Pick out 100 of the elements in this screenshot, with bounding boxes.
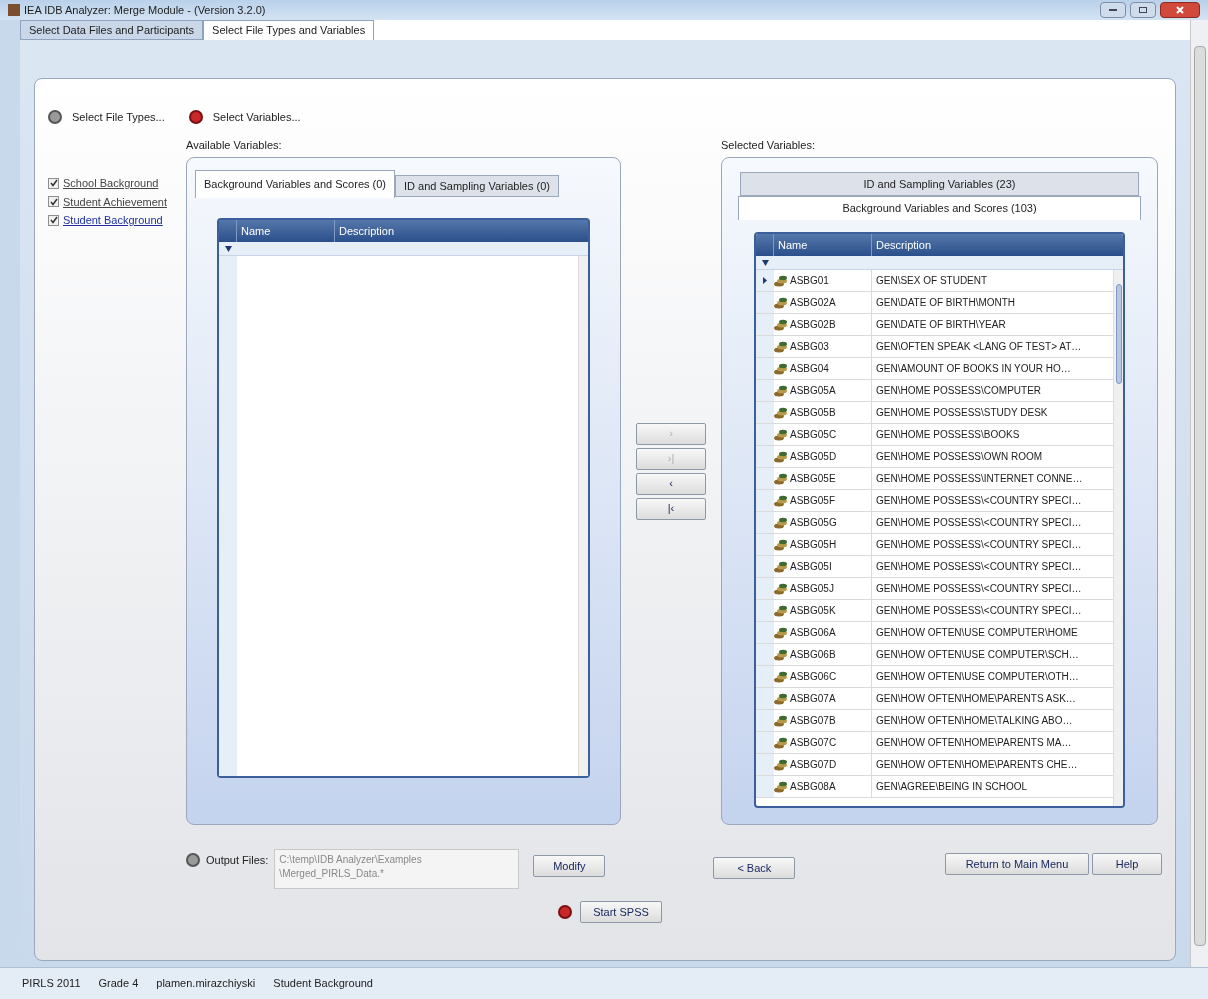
table-cell-text: GEN\HOME POSSESS\BOOKS — [875, 428, 1021, 442]
variable-icon — [774, 428, 788, 441]
variable-name: ASBG05C — [790, 428, 837, 442]
variable-name: ASBG05K — [790, 604, 836, 618]
variable-name: ASBG05B — [790, 406, 836, 420]
checkbox[interactable] — [48, 214, 59, 226]
variable-name: ASBG02B — [790, 318, 836, 332]
maximize-button[interactable] — [1130, 2, 1156, 18]
variable-icon — [774, 604, 788, 617]
table-cell-text: GEN\HOW OFTEN\USE COMPUTER\OTH… — [875, 670, 1080, 684]
variable-icon — [774, 648, 788, 661]
table-cell-text: GEN\HOW OFTEN\USE COMPUTER\SCH… — [875, 648, 1080, 662]
variable-name: ASBG07B — [790, 714, 836, 728]
panel-tab[interactable]: ID and Sampling Variables (23) — [740, 172, 1139, 196]
column-header[interactable]: Description — [335, 220, 588, 242]
variable-name: ASBG06A — [790, 626, 836, 640]
panel-tab[interactable]: Background Variables and Scores (0) — [195, 170, 395, 198]
table-cell-text: GEN\HOME POSSESS\INTERNET CONNE… — [875, 472, 1084, 486]
variable-icon — [774, 340, 788, 353]
section-label: Available Variables: — [186, 138, 283, 153]
variable-icon — [774, 538, 788, 551]
step-label: Select File Types... — [72, 109, 165, 125]
back-button[interactable]: < Back — [713, 857, 796, 879]
step-label: Select Variables... — [212, 109, 301, 125]
start-spss-button[interactable]: Start SPSS — [580, 901, 662, 923]
filter-icon[interactable] — [224, 245, 232, 252]
status-text: Student Background — [273, 976, 373, 992]
status-text: PIRLS 2011 — [22, 976, 81, 992]
transfer-button[interactable]: |‹ — [636, 497, 706, 520]
variable-icon — [774, 714, 788, 727]
variable-name: ASBG05J — [790, 582, 834, 596]
file-type-link[interactable]: Student Background — [63, 212, 163, 229]
panel-tab[interactable]: Background Variables and Scores (103) — [738, 196, 1141, 220]
row-header[interactable] — [756, 270, 774, 291]
checkbox[interactable] — [48, 196, 59, 208]
panel-tab[interactable]: ID and Sampling Variables (0) — [395, 175, 559, 197]
file-type-link[interactable]: Student Achievement — [63, 193, 167, 210]
table-cell-text: GEN\HOW OFTEN\USE COMPUTER\HOME — [875, 626, 1079, 640]
variable-name: ASBG06C — [790, 670, 837, 684]
variable-icon — [774, 406, 788, 419]
variable-icon — [774, 670, 788, 683]
table-cell-text: GEN\HOME POSSESS\<COUNTRY SPECI… — [875, 560, 1083, 574]
variable-name: ASBG05F — [790, 494, 836, 508]
variable-icon — [774, 626, 788, 639]
variable-name: ASBG05D — [790, 450, 837, 464]
main-menu-button[interactable]: Return to Main Menu — [945, 853, 1089, 875]
variable-name: ASBG08A — [790, 780, 836, 794]
variable-icon — [774, 736, 788, 749]
variable-name: ASBG03 — [790, 340, 829, 354]
scrollbar[interactable] — [1113, 270, 1123, 806]
table-cell-text: GEN\AGREE\BEING IN SCHOOL — [875, 780, 1029, 794]
scrollbar[interactable] — [578, 256, 588, 776]
table-cell-text: GEN\HOME POSSESS\OWN ROOM — [875, 450, 1044, 464]
scrollbar[interactable] — [1190, 20, 1208, 967]
checkbox[interactable] — [48, 177, 59, 189]
table-cell-text: GEN\HOME POSSESS\<COUNTRY SPECI… — [875, 538, 1083, 552]
variable-name: ASBG05I — [790, 560, 832, 574]
modify-button[interactable]: Modify — [533, 855, 606, 877]
variable-icon — [774, 494, 788, 507]
variable-name: ASBG07D — [790, 758, 837, 772]
variable-icon — [774, 296, 788, 309]
variable-icon — [774, 274, 788, 287]
variable-name: ASBG02A — [790, 296, 836, 310]
file-type-link[interactable]: School Background — [63, 175, 159, 192]
window-tab[interactable]: Select Data Files and Participants — [20, 20, 204, 40]
current-row-icon — [763, 277, 767, 284]
variable-icon — [774, 318, 788, 331]
window-title: IEA IDB Analyzer: Merge Module - (Version 3.2.0) — [24, 2, 266, 18]
filter-icon[interactable] — [761, 259, 769, 266]
variable-name: ASBG06B — [790, 648, 836, 662]
variable-icon — [774, 384, 788, 397]
table-cell-text: GEN\HOW OFTEN\HOME\PARENTS ASK… — [875, 692, 1077, 706]
variable-name: ASBG07A — [790, 692, 836, 706]
table-cell-text: GEN\HOME POSSESS\COMPUTER — [875, 384, 1043, 398]
status-text: Grade 4 — [98, 976, 139, 992]
window-tab[interactable]: Select File Types and Variables — [203, 20, 375, 40]
variable-name: ASBG05G — [790, 516, 837, 530]
table-cell-text: GEN\HOW OFTEN\HOME\TALKING ABO… — [875, 714, 1074, 728]
help-button[interactable]: Help — [1092, 853, 1162, 875]
variable-icon — [774, 516, 788, 529]
variable-icon — [774, 582, 788, 595]
variable-icon — [774, 362, 788, 375]
table-cell-text: GEN\HOW OFTEN\HOME\PARENTS MA… — [875, 736, 1073, 750]
table-cell-text: GEN\HOME POSSESS\<COUNTRY SPECI… — [875, 582, 1083, 596]
variable-icon — [774, 450, 788, 463]
variable-icon — [774, 472, 788, 485]
table-cell-text: GEN\DATE OF BIRTH\YEAR — [875, 318, 1007, 332]
section-label: Selected Variables: — [721, 138, 816, 153]
table-cell-text: GEN\AMOUNT OF BOOKS IN YOUR HO… — [875, 362, 1072, 376]
output-label: Output Files: — [206, 852, 269, 868]
variable-name: ASBG05A — [790, 384, 836, 398]
variable-icon — [774, 692, 788, 705]
variable-name: ASBG05H — [790, 538, 837, 552]
minimize-button[interactable] — [1100, 2, 1126, 18]
close-button[interactable] — [1160, 2, 1200, 18]
table-cell-text: GEN\HOW OFTEN\HOME\PARENTS CHE… — [875, 758, 1079, 772]
table-cell-text: GEN\OFTEN SPEAK <LANG OF TEST> AT… — [875, 340, 1083, 354]
transfer-button[interactable]: ‹ — [636, 472, 706, 495]
table-cell-text: GEN\HOME POSSESS\<COUNTRY SPECI… — [875, 494, 1083, 508]
column-header[interactable]: Description — [872, 234, 1123, 256]
